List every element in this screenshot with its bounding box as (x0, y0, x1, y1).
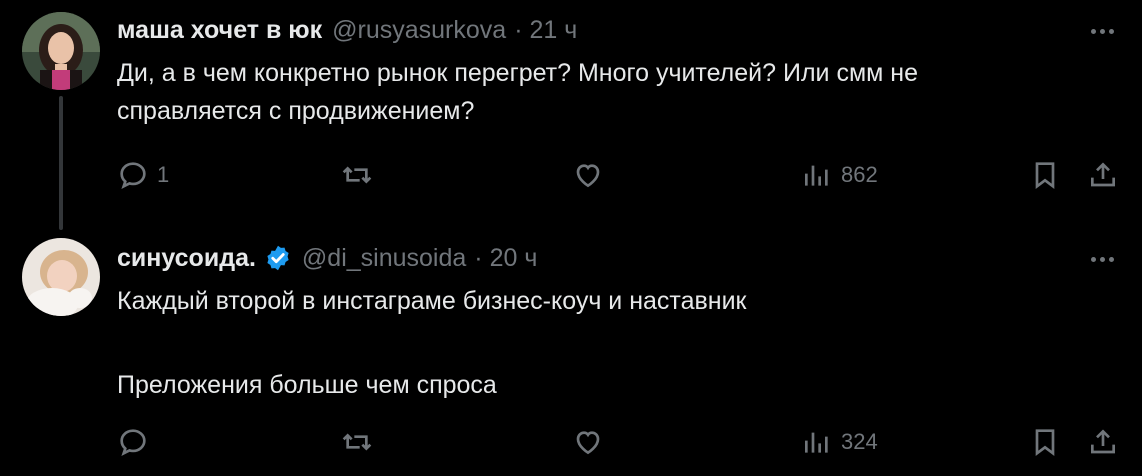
share-icon (1091, 429, 1115, 454)
avatar-image (22, 238, 100, 316)
reply-count: 1 (157, 162, 170, 187)
tweet-actions: 1 862 (117, 155, 1127, 195)
heart-icon (576, 164, 600, 188)
bookmark-button[interactable] (1029, 422, 1061, 462)
retweet-icon (342, 166, 372, 184)
tweet-1[interactable]: маша хочет в юк @rusyasurkova · 21 ч Ди,… (0, 10, 1142, 230)
bookmark-icon (1035, 429, 1055, 456)
tweet-text-line (117, 320, 747, 366)
share-button[interactable] (1087, 422, 1119, 462)
reply-icon (120, 162, 146, 189)
bookmark-icon (1035, 162, 1055, 189)
tweet-time[interactable]: · 21 ч (514, 16, 577, 45)
tweet-2[interactable]: синусоида. @di_sinusoida · 20 ч Каждый в… (0, 238, 1142, 476)
bookmark-button[interactable] (1029, 155, 1061, 195)
retweet-button[interactable] (341, 155, 381, 195)
tweet-text-line: Преложения больше чем спроса (117, 371, 497, 399)
avatar-rusyasurkova[interactable] (22, 12, 100, 90)
share-icon (1091, 162, 1115, 187)
views-icon (805, 165, 828, 186)
retweet-icon (342, 433, 372, 451)
share-button[interactable] (1087, 155, 1119, 195)
like-button[interactable] (572, 422, 612, 462)
verified-badge-icon[interactable] (264, 244, 292, 272)
author-name[interactable]: маша хочет в юк (117, 16, 322, 45)
more-icon[interactable] (1084, 16, 1120, 46)
views-button[interactable]: 862 (801, 155, 878, 195)
author-name[interactable]: синусоида. (117, 244, 256, 273)
tweet-text-line: Каждый второй в инстаграме бизнес-коуч и… (117, 287, 747, 315)
author-handle[interactable]: @di_sinusoida (302, 244, 466, 273)
avatar-di-sinusoida[interactable] (22, 238, 100, 316)
views-icon (805, 432, 828, 453)
view-count: 324 (841, 429, 878, 454)
reply-button[interactable]: 1 (117, 155, 169, 195)
like-button[interactable] (572, 155, 612, 195)
heart-icon (576, 431, 600, 455)
tweet-text-line: справляется с продвижением? (117, 97, 475, 125)
retweet-button[interactable] (341, 422, 381, 462)
author-handle[interactable]: @rusyasurkova (332, 16, 506, 45)
tweet-text: Каждый второй в инстаграме бизнес-коуч и… (117, 282, 747, 404)
more-icon[interactable] (1084, 244, 1120, 274)
reply-button[interactable] (117, 422, 157, 462)
thread-line (59, 96, 63, 230)
tweet-time[interactable]: · 20 ч (474, 244, 537, 273)
view-count: 862 (841, 162, 878, 187)
tweet-header: синусоида. @di_sinusoida · 20 ч (117, 238, 537, 278)
views-button[interactable]: 324 (801, 422, 878, 462)
avatar-image (22, 12, 100, 90)
tweet-header: маша хочет в юк @rusyasurkova · 21 ч (117, 10, 577, 50)
tweet-actions: 324 (117, 422, 1127, 462)
tweet-text-line: Ди, а в чем конкретно рынок перегрет? Мн… (117, 59, 918, 87)
reply-icon (120, 429, 146, 456)
tweet-text: Ди, а в чем конкретно рынок перегрет? Мн… (117, 54, 918, 130)
